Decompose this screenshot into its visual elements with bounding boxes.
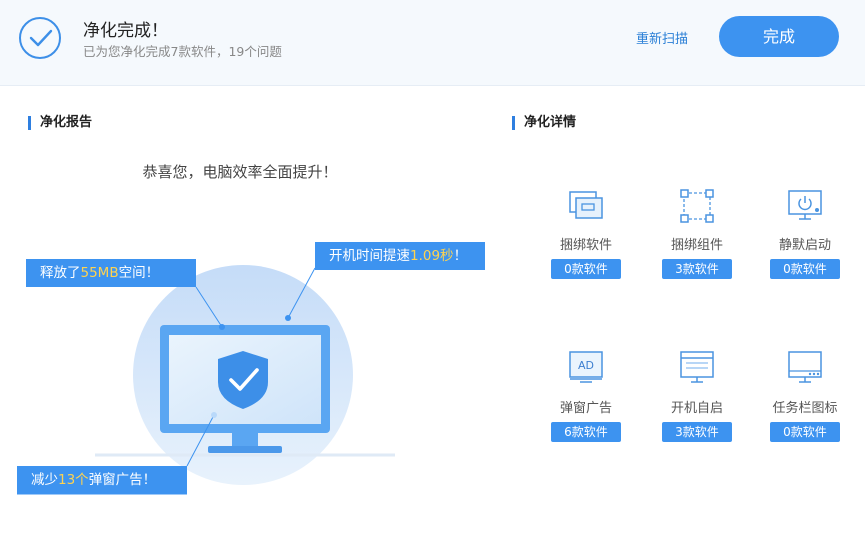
count-badge: 6款软件 <box>551 422 621 442</box>
done-button[interactable]: 完成 <box>719 16 839 57</box>
space-freed-callout: 释放了55MB空间！ <box>26 259 196 287</box>
detail-popup-ads[interactable]: AD 弹窗广告 6款软件 <box>531 349 641 442</box>
taskbar-icon <box>785 349 825 389</box>
count-badge: 3款软件 <box>662 422 732 442</box>
count-badge: 0款软件 <box>770 259 840 279</box>
popup-ad-icon: AD <box>566 349 606 389</box>
rescan-link[interactable]: 重新扫描 <box>622 28 702 47</box>
count-badge: 3款软件 <box>662 259 732 279</box>
boot-autostart-icon <box>677 349 717 389</box>
boot-speedup-callout: 开机时间提速1.09秒！ <box>315 242 485 270</box>
bundled-component-icon <box>677 186 717 226</box>
detail-boot-autostart[interactable]: 开机自启 3款软件 <box>642 349 752 442</box>
ads-reduced-value: 13个 <box>58 472 89 488</box>
detail-bundled-software[interactable]: 捆绑软件 0款软件 <box>531 186 641 279</box>
bundled-software-icon <box>566 186 606 226</box>
count-badge: 0款软件 <box>770 422 840 442</box>
silent-startup-icon <box>785 186 825 226</box>
space-freed-value: 55MB <box>80 265 119 281</box>
count-badge: 0款软件 <box>551 259 621 279</box>
detail-bundled-component[interactable]: 捆绑组件 3款软件 <box>642 186 752 279</box>
detail-silent-startup[interactable]: 静默启动 0款软件 <box>750 186 860 279</box>
detail-taskbar-icons[interactable]: 任务栏图标 0款软件 <box>750 349 860 442</box>
ads-reduced-callout: 减少13个弹窗广告！ <box>17 466 187 494</box>
details-section-title: 净化详情 <box>512 114 576 132</box>
svg-text:AD: AD <box>578 359 594 372</box>
boot-speedup-value: 1.09秒 <box>410 248 454 264</box>
